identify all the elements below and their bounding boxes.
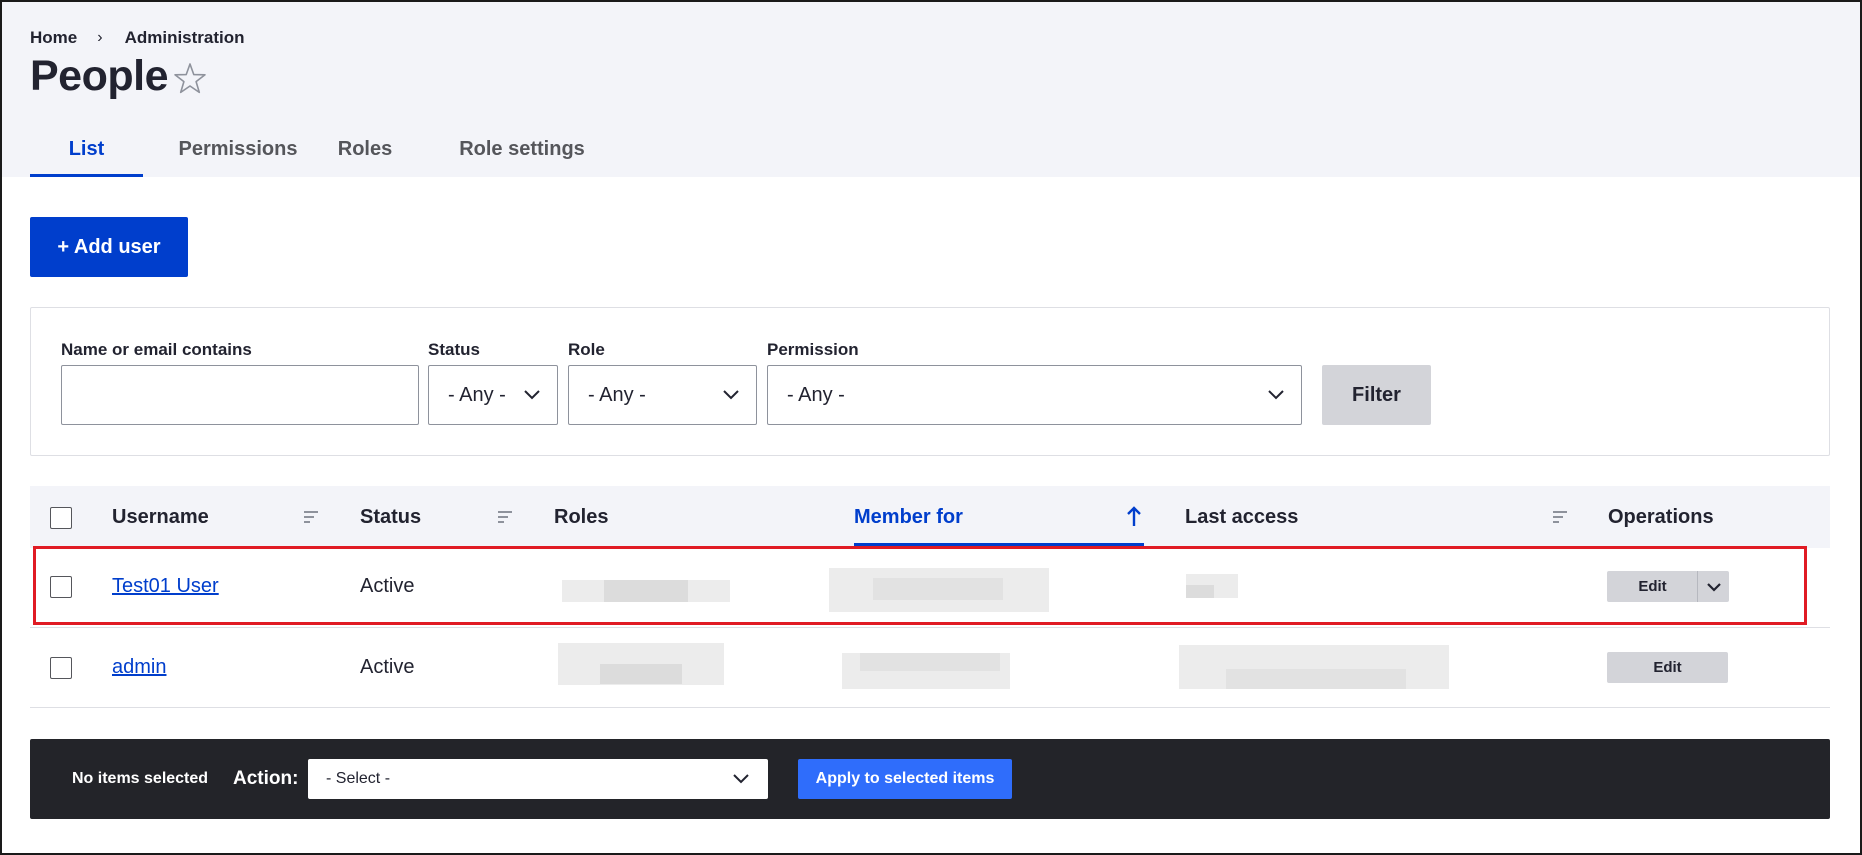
column-operations: Operations	[1608, 505, 1714, 528]
username-link[interactable]: admin	[112, 656, 166, 679]
apply-to-selected-button[interactable]: Apply to selected items	[798, 759, 1012, 799]
breadcrumb-administration[interactable]: Administration	[125, 28, 245, 48]
name-filter-label: Name or email contains	[61, 340, 252, 359]
bulk-actions-bar: No items selected Action: - Select - App…	[30, 739, 1830, 819]
star-outline-icon[interactable]	[172, 58, 208, 98]
edit-button[interactable]: Edit	[1607, 652, 1728, 683]
column-last-access[interactable]: Last access	[1185, 486, 1298, 548]
status-select-value: - Any -	[448, 383, 506, 406]
bulk-action-select-value: - Select -	[326, 770, 391, 787]
chevron-down-icon	[733, 774, 749, 784]
chevron-down-icon	[1268, 390, 1284, 400]
tab-permissions[interactable]: Permissions	[143, 130, 333, 177]
status-select[interactable]: - Any -	[428, 365, 558, 425]
permission-select[interactable]: - Any -	[767, 365, 1302, 425]
role-select-value: - Any -	[588, 383, 646, 406]
row-checkbox[interactable]	[50, 657, 72, 679]
role-select[interactable]: - Any -	[568, 365, 757, 425]
breadcrumb-separator: ›	[97, 29, 103, 46]
breadcrumb-home[interactable]: Home	[30, 28, 77, 48]
permission-filter-label: Permission	[767, 340, 859, 359]
status-text: Active	[360, 656, 415, 678]
role-filter-label: Role	[568, 340, 605, 359]
chevron-down-icon	[723, 390, 739, 400]
tab-role-settings[interactable]: Role settings	[397, 130, 647, 177]
permission-select-value: - Any -	[787, 383, 845, 406]
primary-tabs: List Permissions Roles Role settings	[30, 130, 647, 177]
action-label: Action:	[233, 768, 299, 789]
row-highlight-annotation	[33, 546, 1807, 625]
filter-button[interactable]: Filter	[1322, 365, 1431, 425]
column-username[interactable]: Username	[112, 486, 209, 548]
sort-icon[interactable]	[303, 510, 319, 524]
name-or-email-input[interactable]	[61, 365, 419, 425]
select-all-checkbox[interactable]	[50, 507, 72, 529]
breadcrumb: Home › Administration	[30, 28, 245, 48]
column-member-for[interactable]: Member for	[854, 486, 963, 548]
tab-list[interactable]: List	[30, 130, 143, 177]
column-status[interactable]: Status	[360, 486, 421, 548]
add-user-button[interactable]: + Add user	[30, 217, 188, 277]
sort-icon[interactable]	[1552, 510, 1568, 524]
column-roles: Roles	[554, 505, 609, 528]
bulk-action-select[interactable]: - Select -	[308, 759, 768, 799]
page-title: People	[30, 52, 169, 100]
tab-roles[interactable]: Roles	[333, 130, 397, 177]
row-divider	[30, 627, 1830, 628]
sort-icon[interactable]	[497, 510, 513, 524]
selection-status: No items selected	[72, 770, 209, 787]
status-filter-label: Status	[428, 340, 480, 359]
chevron-down-icon	[524, 390, 540, 400]
arrow-up-icon[interactable]	[1126, 505, 1142, 527]
row-divider	[30, 707, 1830, 708]
